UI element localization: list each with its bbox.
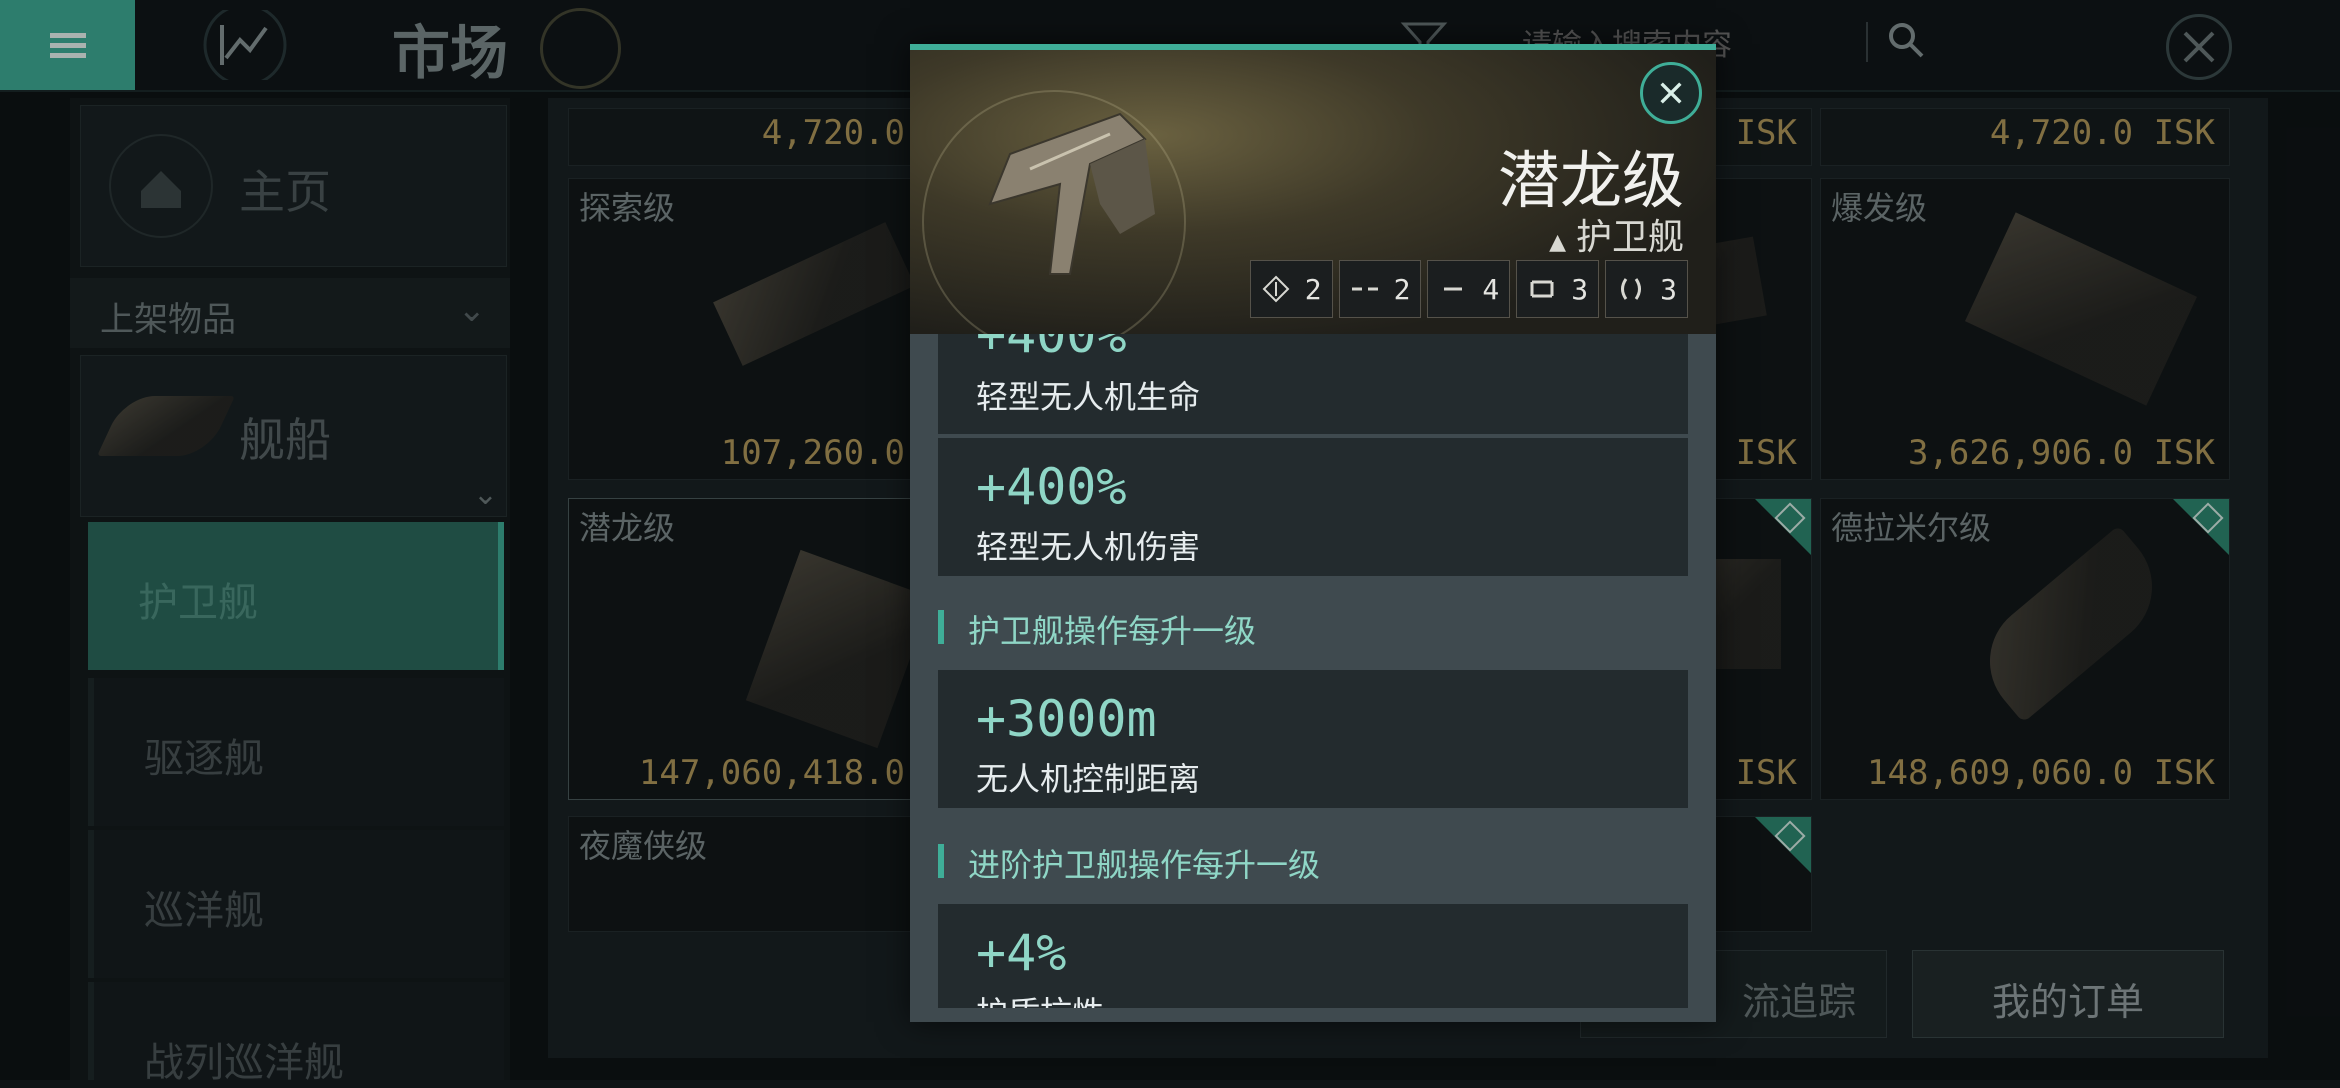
slot-mid: 4: [1427, 260, 1511, 318]
low-slot-icon: [1530, 280, 1554, 298]
ship-class-label: 护卫舰: [1575, 217, 1684, 258]
slot-rig: 3: [1605, 260, 1688, 318]
slot-count: 4: [1482, 272, 1500, 306]
close-icon: [1660, 82, 1682, 104]
section-accent: [938, 844, 944, 878]
rig-slot-icon: [1621, 278, 1642, 300]
section-header: 护卫舰操作每升一级: [938, 606, 1688, 650]
slot-count: 3: [1660, 272, 1677, 306]
bonus-description: 护盾抗性: [976, 988, 1104, 1008]
modal-close-button[interactable]: [1640, 62, 1702, 124]
bonus-row: +400% 轻型无人机伤害: [938, 438, 1688, 576]
ship-class: ▲ 护卫舰: [1549, 208, 1684, 260]
section-accent: [938, 610, 944, 644]
bonus-row: +400% 轻型无人机生命: [938, 334, 1688, 434]
high-slot-icon: [1351, 287, 1378, 291]
ship-name: 潜龙级: [1497, 144, 1684, 217]
slot-count: 3: [1571, 272, 1589, 306]
bonus-value: +400%: [976, 458, 1127, 516]
slot-low: 3: [1516, 260, 1600, 318]
section-title: 进阶护卫舰操作每升一级: [968, 846, 1321, 884]
bonus-description: 轻型无人机伤害: [976, 528, 1201, 566]
slot-count: 2: [1393, 272, 1411, 306]
modal-body[interactable]: +400% 轻型无人机生命 +400% 轻型无人机伤害 护卫舰操作每升一级 +3…: [910, 334, 1716, 1008]
bonus-description: 轻型无人机生命: [976, 378, 1201, 416]
drone-bay-icon: [1262, 275, 1290, 303]
slot-count: 2: [1304, 272, 1322, 306]
bonus-value: +4%: [976, 924, 1067, 982]
ship-render-image: [988, 112, 1155, 275]
mid-slot-icon: [1444, 287, 1463, 291]
section-header: 进阶护卫舰操作每升一级: [938, 840, 1688, 884]
section-title: 护卫舰操作每升一级: [968, 612, 1257, 650]
slot-high: 2: [1338, 260, 1422, 318]
bonus-row: +4% 护盾抗性: [938, 904, 1688, 1008]
bonus-row: +3000m 无人机控制距离: [938, 670, 1688, 808]
slot-drone: 2: [1249, 260, 1333, 318]
class-triangle-icon: ▲: [1549, 230, 1566, 255]
bonus-description: 无人机控制距离: [976, 760, 1201, 798]
slot-summary: 2 2 4 3 3: [1249, 260, 1688, 318]
modal-header: 潜龙级 ▲ 护卫舰 2 2 4 3 3: [910, 50, 1716, 334]
bonus-value: +400%: [976, 334, 1127, 364]
bonus-value: +3000m: [976, 690, 1157, 748]
